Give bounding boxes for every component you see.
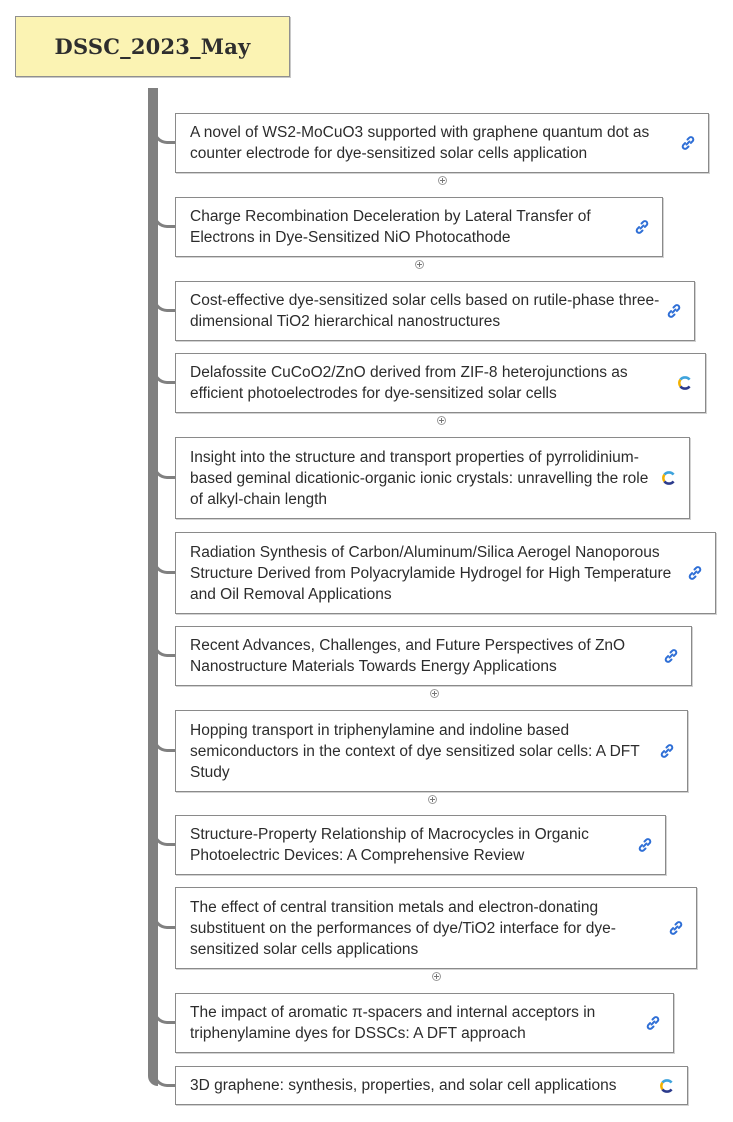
topic-label: Structure-Property Relationship of Macro… bbox=[190, 826, 589, 864]
link-icon[interactable] bbox=[637, 837, 653, 853]
topic-node[interactable]: The impact of aromatic π-spacers and int… bbox=[175, 993, 674, 1053]
link-icon[interactable] bbox=[687, 565, 703, 581]
link-icon[interactable] bbox=[680, 135, 696, 151]
expand-toggle-icon[interactable] bbox=[438, 176, 447, 185]
topic-label: The effect of central transition metals … bbox=[190, 898, 616, 958]
expand-toggle-icon[interactable] bbox=[427, 795, 437, 804]
topic-node[interactable]: Insight into the structure and transport… bbox=[175, 437, 690, 519]
link-icon[interactable] bbox=[668, 920, 684, 936]
topic-node[interactable]: Cost-effective dye-sensitized solar cell… bbox=[175, 281, 695, 341]
topic-label: Radiation Synthesis of Carbon/Aluminum/S… bbox=[190, 543, 672, 603]
crossref-icon[interactable] bbox=[659, 1078, 675, 1094]
topic-node[interactable]: The effect of central transition metals … bbox=[175, 887, 697, 969]
link-icon[interactable] bbox=[663, 648, 679, 664]
link-icon[interactable] bbox=[666, 303, 682, 319]
crossref-icon[interactable] bbox=[661, 470, 677, 486]
topic-label: Delafossite CuCoO2/ZnO derived from ZIF-… bbox=[190, 364, 628, 402]
topic-node[interactable]: Hopping transport in triphenylamine and … bbox=[175, 710, 688, 792]
expand-toggle-icon[interactable] bbox=[429, 689, 439, 698]
expand-toggle-icon[interactable] bbox=[432, 972, 441, 981]
topic-node[interactable]: Recent Advances, Challenges, and Future … bbox=[175, 626, 692, 686]
topic-label: Recent Advances, Challenges, and Future … bbox=[190, 637, 626, 675]
topic-node[interactable]: Delafossite CuCoO2/ZnO derived from ZIF-… bbox=[175, 353, 706, 413]
link-icon[interactable] bbox=[634, 219, 650, 235]
crossref-icon[interactable] bbox=[677, 375, 693, 391]
topic-node[interactable]: Radiation Synthesis of Carbon/Aluminum/S… bbox=[175, 532, 716, 614]
topic-node[interactable]: Charge Recombination Deceleration by Lat… bbox=[175, 197, 663, 257]
topic-label: 3D graphene: synthesis, properties, and … bbox=[190, 1077, 617, 1094]
topic-label: The impact of aromatic π-spacers and int… bbox=[190, 1004, 596, 1042]
topic-label: A novel of WS2-MoCuO3 supported with gra… bbox=[190, 124, 650, 162]
topic-node[interactable]: 3D graphene: synthesis, properties, and … bbox=[175, 1066, 688, 1105]
expand-toggle-icon[interactable] bbox=[415, 260, 424, 269]
topic-label: Hopping transport in triphenylamine and … bbox=[190, 721, 640, 781]
trunk-connector bbox=[148, 88, 158, 1086]
expand-toggle-icon[interactable] bbox=[436, 416, 446, 425]
topic-label: Cost-effective dye-sensitized solar cell… bbox=[190, 292, 660, 330]
topic-label: Charge Recombination Deceleration by Lat… bbox=[190, 208, 591, 246]
topic-node[interactable]: A novel of WS2-MoCuO3 supported with gra… bbox=[175, 113, 709, 173]
link-icon[interactable] bbox=[659, 743, 675, 759]
topic-label: Insight into the structure and transport… bbox=[190, 448, 649, 508]
root-title: DSSC_2023_May bbox=[54, 34, 251, 59]
topic-node[interactable]: Structure-Property Relationship of Macro… bbox=[175, 815, 666, 875]
root-topic[interactable]: DSSC_2023_May bbox=[15, 16, 290, 77]
link-icon[interactable] bbox=[645, 1015, 661, 1031]
